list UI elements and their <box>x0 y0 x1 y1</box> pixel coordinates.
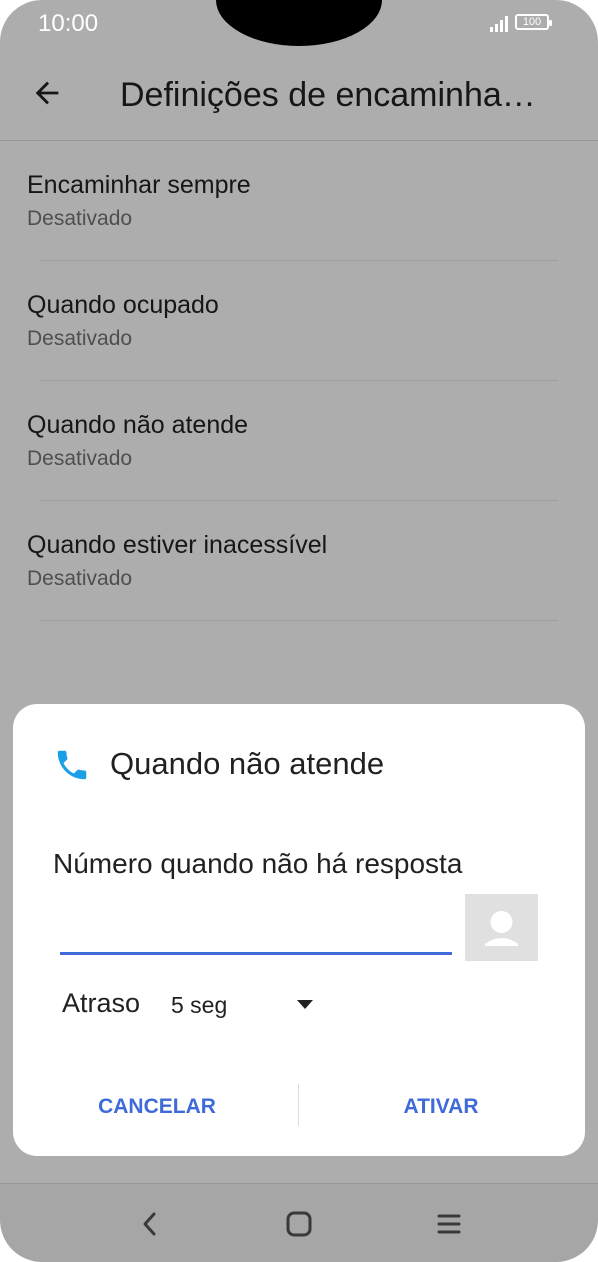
cancel-button[interactable]: CANCELAR <box>37 1082 277 1132</box>
dropdown-arrow-icon <box>297 1000 313 1009</box>
contact-icon <box>485 911 518 946</box>
status-bar: 10:00 100 <box>0 0 598 60</box>
camera-notch <box>216 0 382 46</box>
activate-button[interactable]: ATIVAR <box>321 1082 561 1132</box>
number-field-label: Número quando não há resposta <box>53 848 463 879</box>
status-time: 10:00 <box>38 10 99 37</box>
button-divider <box>298 1084 299 1126</box>
contact-picker-button[interactable] <box>465 894 538 961</box>
signal-icon <box>490 16 508 32</box>
forward-number-input[interactable] <box>60 902 452 955</box>
delay-dropdown[interactable]: 5 seg <box>171 988 321 1024</box>
delay-label: Atraso <box>62 988 141 1018</box>
dialog-title: Quando não atende <box>110 746 385 781</box>
delay-value: 5 seg <box>171 992 228 1018</box>
no-answer-dialog: Quando não atende Número quando não há r… <box>13 704 585 1156</box>
phone-screen: Definições de encaminhamento de chamadas… <box>0 0 598 1262</box>
phone-icon <box>57 750 87 780</box>
battery-icon: 100 <box>515 14 552 30</box>
